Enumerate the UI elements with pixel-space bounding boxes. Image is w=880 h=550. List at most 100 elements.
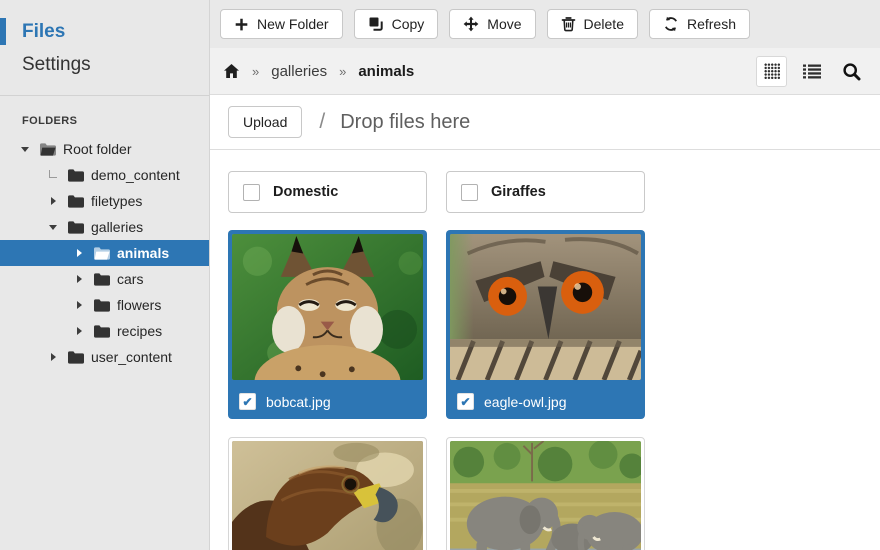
folder-icon (67, 194, 84, 208)
folder-checkbox[interactable] (243, 184, 260, 201)
tree-item-label: filetypes (91, 193, 142, 209)
copy-icon (368, 16, 384, 32)
view-controls (756, 56, 867, 87)
move-icon (463, 16, 479, 32)
tree-leaf-mark (46, 170, 60, 181)
folder-open-icon (39, 142, 56, 156)
file-card-elephants[interactable] (446, 437, 645, 550)
folder-checkbox[interactable] (461, 184, 478, 201)
grid-view-button[interactable] (756, 56, 787, 87)
tree-item-label: galleries (91, 219, 143, 235)
search-icon (842, 62, 861, 81)
file-manager-app: Files Settings FOLDERS Root folder demo_… (0, 0, 880, 550)
breadcrumb-separator: » (252, 64, 259, 79)
file-name: bobcat.jpg (266, 394, 331, 410)
nav-settings-label: Settings (22, 54, 91, 76)
tree-item-label: recipes (117, 323, 162, 339)
refresh-icon (663, 16, 679, 32)
breadcrumb-item-galleries[interactable]: galleries (271, 63, 327, 80)
folder-card-giraffes[interactable]: Giraffes (446, 171, 645, 213)
search-button[interactable] (836, 56, 867, 87)
breadcrumb-separator: » (339, 64, 346, 79)
tree-item-animals-selected[interactable]: animals (0, 240, 209, 266)
copy-button[interactable]: Copy (354, 9, 439, 39)
file-checkbox-checked[interactable] (457, 393, 474, 410)
tree-item-flowers[interactable]: flowers (0, 292, 209, 318)
folder-icon (67, 220, 84, 234)
folders-section-label: FOLDERS (0, 96, 209, 136)
folder-icon (93, 272, 110, 286)
list-view-button[interactable] (796, 56, 827, 87)
app-nav: Files Settings (0, 0, 209, 81)
chevron-right-icon[interactable] (72, 327, 86, 335)
tree-item-label: user_content (91, 349, 172, 365)
file-checkbox-checked[interactable] (239, 393, 256, 410)
folder-cards-row: Domestic Giraffes (228, 171, 862, 213)
thumbnail-frame (446, 230, 645, 384)
button-label: Refresh (687, 16, 736, 32)
folder-icon (93, 298, 110, 312)
tree-item-root-folder[interactable]: Root folder (0, 136, 209, 162)
main-panel: New Folder Copy Move Delete Refresh » (210, 0, 880, 550)
thumbnail-bobcat (232, 234, 423, 380)
upload-bar: Upload / Drop files here (210, 95, 880, 150)
file-footer: bobcat.jpg (228, 384, 427, 419)
grid-view-icon (764, 63, 780, 79)
file-grid: bobcat.jpg (228, 230, 862, 550)
thumbnail-frame (446, 437, 645, 550)
folder-card-domestic[interactable]: Domestic (228, 171, 427, 213)
tree-item-user-content[interactable]: user_content (0, 344, 209, 370)
tree-item-label: demo_content (91, 167, 180, 183)
sidebar: Files Settings FOLDERS Root folder demo_… (0, 0, 210, 550)
refresh-button[interactable]: Refresh (649, 9, 750, 39)
chevron-right-icon[interactable] (46, 353, 60, 361)
folder-icon (67, 350, 84, 364)
thumbnail-frame (228, 230, 427, 384)
chevron-down-icon[interactable] (46, 225, 60, 230)
home-icon[interactable] (223, 63, 240, 79)
button-label: Copy (392, 16, 425, 32)
tree-item-label: flowers (117, 297, 161, 313)
tree-item-cars[interactable]: cars (0, 266, 209, 292)
tree-item-recipes[interactable]: recipes (0, 318, 209, 344)
plus-icon (234, 17, 249, 32)
tree-item-demo-content[interactable]: demo_content (0, 162, 209, 188)
delete-button[interactable]: Delete (547, 9, 638, 39)
folder-tree: Root folder demo_content filetypes galle… (0, 136, 209, 370)
file-card-eagle-owl[interactable]: eagle-owl.jpg (446, 230, 645, 419)
upload-button[interactable]: Upload (228, 106, 302, 138)
drop-files-hint: Drop files here (340, 111, 470, 134)
file-card-eagle[interactable]: eagle.jpg (228, 437, 427, 550)
thumbnail-eagle (232, 441, 423, 550)
upload-divider: / (319, 110, 325, 134)
file-name: eagle-owl.jpg (484, 394, 567, 410)
nav-item-files[interactable]: Files (0, 15, 209, 48)
nav-item-settings[interactable]: Settings (0, 48, 209, 81)
folder-icon (67, 168, 84, 182)
tree-item-label: Root folder (63, 141, 131, 157)
tree-item-filetypes[interactable]: filetypes (0, 188, 209, 214)
folder-open-icon (93, 246, 110, 260)
nav-files-label: Files (22, 21, 65, 43)
button-label: Delete (584, 16, 624, 32)
chevron-right-icon[interactable] (72, 249, 86, 257)
chevron-right-icon[interactable] (72, 301, 86, 309)
trash-icon (561, 16, 576, 32)
breadcrumb: » galleries » animals (210, 48, 880, 95)
tree-item-galleries[interactable]: galleries (0, 214, 209, 240)
folder-icon (93, 324, 110, 338)
toolbar: New Folder Copy Move Delete Refresh (210, 0, 880, 48)
tree-item-label: cars (117, 271, 143, 287)
chevron-down-icon[interactable] (18, 147, 32, 152)
file-card-bobcat[interactable]: bobcat.jpg (228, 230, 427, 419)
folder-card-label: Giraffes (491, 184, 546, 200)
chevron-right-icon[interactable] (46, 197, 60, 205)
button-label: New Folder (257, 16, 329, 32)
chevron-right-icon[interactable] (72, 275, 86, 283)
move-button[interactable]: Move (449, 9, 535, 39)
new-folder-button[interactable]: New Folder (220, 9, 343, 39)
thumbnail-elephants (450, 441, 641, 550)
file-footer: eagle-owl.jpg (446, 384, 645, 419)
file-browser-content: Domestic Giraffes (210, 150, 880, 550)
breadcrumb-item-animals[interactable]: animals (358, 63, 414, 80)
